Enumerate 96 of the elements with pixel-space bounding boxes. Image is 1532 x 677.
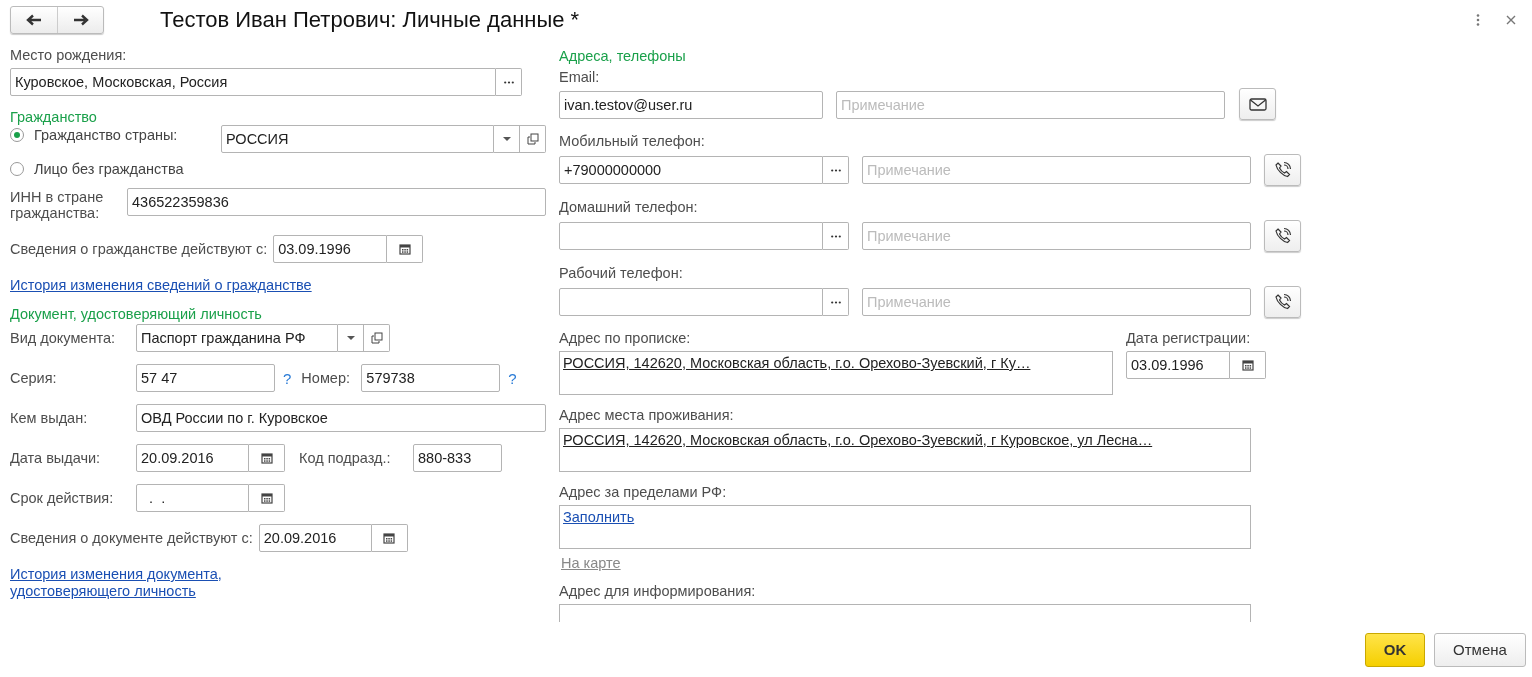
calendar-button[interactable]: [387, 235, 424, 263]
close-button[interactable]: [1506, 15, 1516, 25]
date-field[interactable]: 03.09.1996: [1126, 351, 1230, 379]
field-label: Рабочий телефон:: [559, 265, 684, 281]
cancel-button[interactable]: Отмена: [1434, 632, 1526, 667]
date-field[interactable]: . .: [136, 484, 249, 512]
more-button[interactable]: [1476, 14, 1480, 26]
open-window-icon: [370, 332, 383, 344]
radio-button[interactable]: [10, 162, 24, 176]
input-field[interactable]: 57 47: [136, 364, 275, 392]
open-button[interactable]: [520, 125, 546, 153]
field-label: ИНН в стране гражданства:: [10, 189, 105, 221]
help-link[interactable]: ?: [283, 369, 292, 387]
calendar-icon: [260, 492, 273, 504]
note-field[interactable]: Примечание: [862, 288, 1251, 316]
input-field[interactable]: +79000000000: [559, 156, 823, 184]
calendar-button[interactable]: [371, 524, 408, 552]
field-label: Адрес для информирования:: [559, 583, 757, 599]
ellipsis-icon: [830, 168, 841, 172]
history-link[interactable]: История изменения документа, удостоверяющего личность: [10, 566, 270, 600]
country-dropdown[interactable]: РОССИЯ: [221, 125, 494, 153]
section-heading: Документ, удостоверяющий личность: [10, 306, 263, 322]
input-field[interactable]: 880-833: [413, 444, 502, 472]
calendar-icon: [398, 243, 411, 255]
field-label: Срок действия:: [10, 490, 115, 506]
caret-icon: [346, 336, 355, 340]
arrow-left-icon: [26, 14, 42, 26]
input-field[interactable]: 436522359836: [127, 188, 546, 216]
dropdown-button[interactable]: [494, 125, 520, 153]
envelope-icon: [1248, 97, 1267, 111]
field-label: Вид документа:: [10, 330, 116, 346]
calendar-icon: [260, 452, 273, 464]
window-title: Тестов Иван Петрович: Личные данные *: [160, 7, 580, 33]
calendar-icon: [383, 532, 396, 544]
close-icon: [1506, 15, 1516, 25]
call-button[interactable]: [1264, 154, 1301, 186]
field-label: Email:: [559, 69, 601, 85]
calendar-button[interactable]: [249, 484, 285, 512]
open-window-icon: [526, 133, 539, 145]
ellipsis-icon: [830, 234, 841, 238]
field-label: Мобильный телефон:: [559, 133, 706, 149]
input-field[interactable]: 579738: [361, 364, 501, 392]
calendar-button[interactable]: [1230, 351, 1266, 379]
field-label: Место рождения:: [10, 47, 128, 63]
input-field[interactable]: [559, 288, 823, 316]
ok-button[interactable]: OK: [1365, 632, 1425, 667]
field-label: Номер:: [301, 370, 351, 386]
input-field[interactable]: ОВД России по г. Куровское: [136, 404, 546, 432]
section-heading: Гражданство: [10, 109, 98, 125]
field-label: Кем выдан:: [10, 410, 89, 426]
kebab-menu-icon: [1476, 14, 1480, 26]
map-link[interactable]: На карте: [561, 555, 621, 571]
ellipsis-icon: [830, 300, 841, 304]
phone-icon: [1273, 293, 1292, 311]
input-field[interactable]: ivan.testov@user.ru: [559, 91, 823, 119]
radio-label: Лицо без гражданства: [34, 161, 184, 177]
call-button[interactable]: [1264, 220, 1301, 252]
field-label: Домашний телефон:: [559, 199, 699, 215]
note-field[interactable]: Примечание: [862, 156, 1251, 184]
field-label: Дата регистрации:: [1126, 330, 1252, 346]
field-label: Адрес по прописке:: [559, 330, 692, 346]
date-field[interactable]: 20.09.2016: [258, 524, 372, 552]
section-heading: Адреса, телефоны: [559, 48, 687, 64]
arrow-right-icon: [72, 14, 89, 26]
date-field[interactable]: 03.09.1996: [273, 235, 388, 263]
radio-button[interactable]: [10, 128, 24, 142]
note-field[interactable]: Примечание: [862, 222, 1251, 250]
radio-label: Гражданство страны:: [34, 127, 178, 143]
input-field[interactable]: Куровское, Московская, Россия: [10, 68, 496, 96]
field-label: Сведения о гражданстве действуют с:: [10, 241, 268, 257]
phone-icon: [1273, 227, 1292, 245]
email-button[interactable]: [1239, 88, 1276, 120]
field-label: Адрес места проживания:: [559, 407, 735, 423]
field-label: Дата выдачи:: [10, 450, 102, 466]
phone-icon: [1273, 161, 1292, 179]
address-field[interactable]: Заполнить: [559, 505, 1251, 549]
dropdown-button[interactable]: [338, 324, 364, 352]
date-field[interactable]: 20.09.2016: [136, 444, 249, 472]
call-button[interactable]: [1264, 286, 1301, 318]
input-field[interactable]: [559, 222, 823, 250]
field-label: Адрес за пределами РФ:: [559, 484, 728, 500]
address-field[interactable]: РОССИЯ, 142620, Московская область, г.о. Орехово-Зуевский, г Куровское, ул Лесна…: [559, 428, 1251, 472]
ellipsis-icon: [503, 80, 514, 84]
note-field[interactable]: Примечание: [836, 91, 1225, 119]
address-field[interactable]: РОССИЯ, 142620, Московская область, г.о. Орехово-Зуевский, г Ку…: [559, 351, 1113, 395]
open-button[interactable]: [364, 324, 390, 352]
field-label: Код подразд.:: [299, 450, 392, 466]
calendar-icon: [1241, 359, 1254, 371]
calendar-button[interactable]: [249, 444, 285, 472]
field-label: Серия:: [10, 370, 58, 386]
help-link[interactable]: ?: [508, 369, 517, 387]
field-label: Сведения о документе действуют с:: [10, 530, 253, 546]
fill-link[interactable]: Заполнить: [563, 509, 635, 525]
history-link[interactable]: История изменения сведений о гражданстве: [10, 277, 312, 293]
caret-icon: [502, 137, 511, 141]
document-type-dropdown[interactable]: Паспорт гражданина РФ: [136, 324, 338, 352]
